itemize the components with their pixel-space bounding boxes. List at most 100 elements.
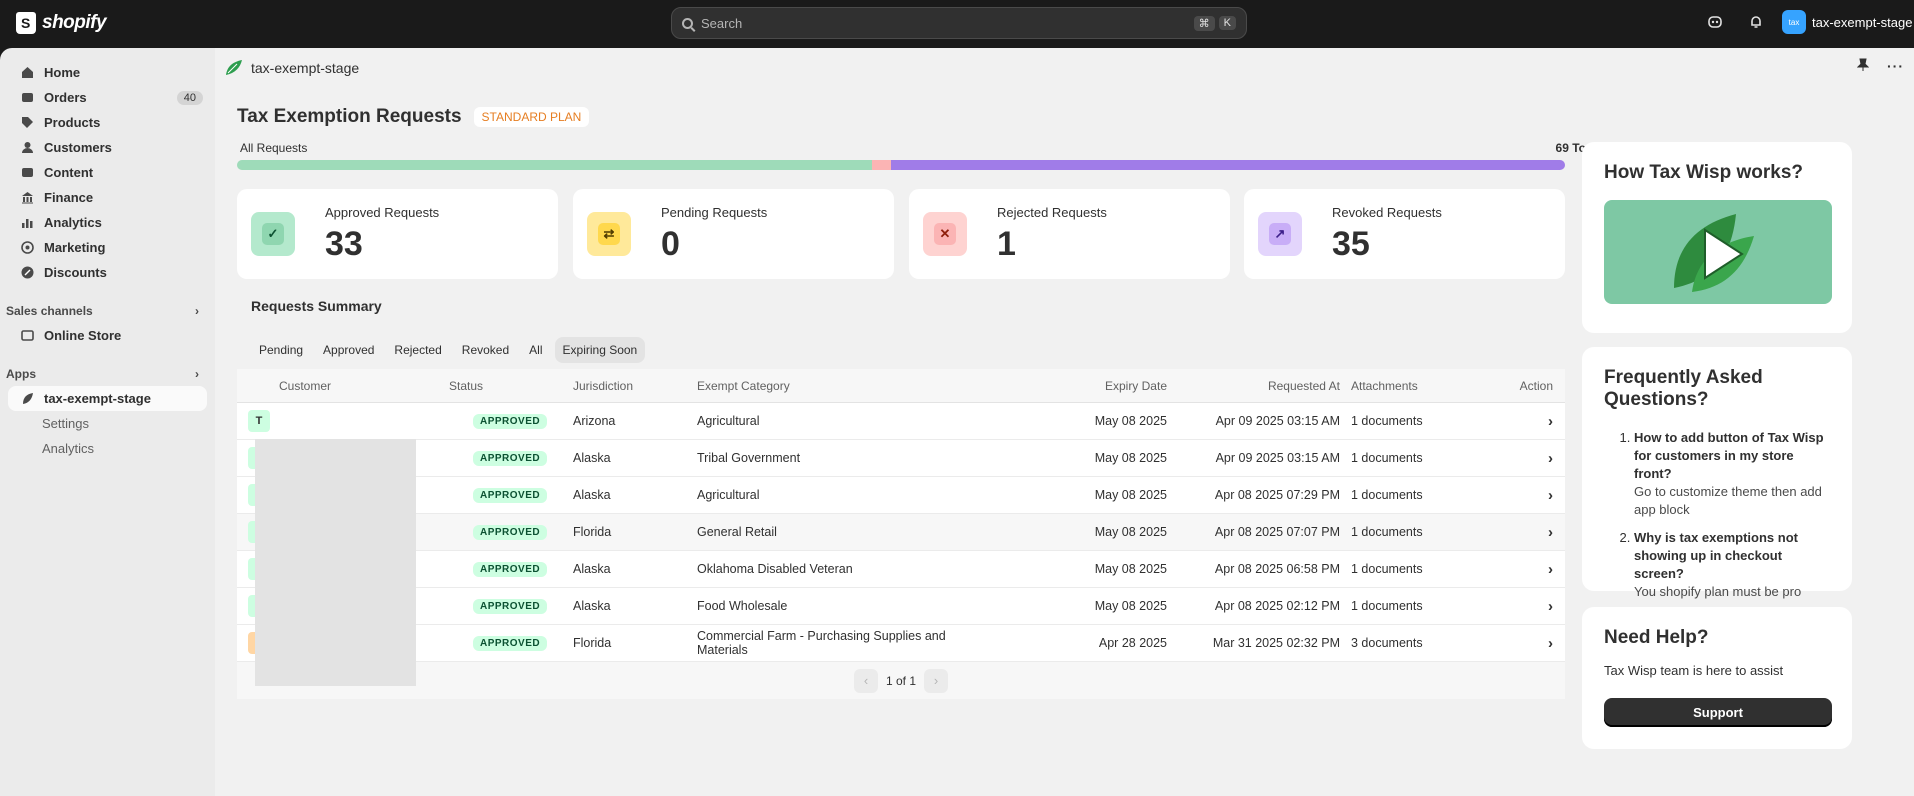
requested-cell: Apr 08 2025 07:07 PM <box>1214 525 1340 539</box>
store-name: tax-exempt-stage <box>1812 14 1913 30</box>
tab-all[interactable]: All <box>521 337 550 363</box>
sidebar-item-label: Products <box>44 115 101 130</box>
revoked-stat-card: ↗ Revoked Requests 35 <box>1244 189 1565 279</box>
store-menu[interactable]: tax tax-exempt-stage <box>1782 10 1912 34</box>
requests-progress-bar <box>237 160 1565 170</box>
table-row[interactable]: B APPROVED Florida General Retail May 08… <box>237 514 1565 551</box>
chevron-right-icon[interactable]: › <box>1548 524 1553 541</box>
sidebar-item-home[interactable]: Home <box>8 60 207 85</box>
faq-title: Frequently Asked Questions? <box>1604 367 1763 410</box>
shopify-logo[interactable]: shopify <box>16 12 107 34</box>
requested-cell: Apr 09 2025 03:15 AM <box>1215 451 1340 465</box>
support-button[interactable]: Support <box>1604 698 1832 727</box>
shopify-bag-icon <box>16 12 36 34</box>
table-row[interactable]: B APPROVED Alaska Food Wholesale May 08 … <box>237 588 1565 625</box>
faq-item: Why is tax exemptions not showing up in … <box>1634 529 1830 601</box>
tab-pending[interactable]: Pending <box>251 337 311 363</box>
chevron-right-icon[interactable]: › <box>1548 413 1553 430</box>
summary-title: Requests Summary <box>251 298 382 314</box>
table-row[interactable]: T APPROVED Alaska Agricultural May 08 20… <box>237 477 1565 514</box>
chevron-right-icon[interactable]: › <box>1548 598 1553 615</box>
tab-approved[interactable]: Approved <box>315 337 382 363</box>
pin-icon[interactable] <box>1856 58 1870 75</box>
status-badge: APPROVED <box>473 451 548 466</box>
tab-expiring-soon[interactable]: Expiring Soon <box>554 337 646 363</box>
prev-page-button[interactable]: ‹ <box>853 668 878 693</box>
jurisdiction-cell: Alaska <box>573 599 611 613</box>
page-title: Tax Exemption Requests <box>237 106 462 127</box>
sidebar-item-orders[interactable]: Orders 40 <box>8 85 207 110</box>
faq-list: How to add button of Tax Wisp for custom… <box>1604 429 1830 601</box>
tutorial-video[interactable] <box>1604 200 1832 304</box>
more-actions-icon[interactable]: ··· <box>1887 58 1904 75</box>
next-page-button[interactable]: › <box>924 668 949 693</box>
sidebar-item-label: Online Store <box>44 328 122 343</box>
sidebar-sub-analytics[interactable]: Analytics <box>42 436 215 461</box>
action-cell[interactable]: › <box>1460 635 1565 652</box>
table-row[interactable]: T APPROVED Arizona Agricultural May 08 2… <box>237 403 1565 440</box>
store-icon <box>20 329 34 343</box>
sidebar-item-label: Content <box>44 165 94 180</box>
expiry-cell: May 08 2025 <box>1094 414 1167 428</box>
sidebar-item-finance[interactable]: Finance <box>8 185 207 210</box>
action-cell[interactable]: › <box>1460 450 1565 467</box>
expiry-cell: May 08 2025 <box>1094 451 1167 465</box>
content-icon <box>20 166 34 180</box>
attachments-cell: 3 documents <box>1351 636 1423 650</box>
sidebar-item-products[interactable]: Products <box>8 110 207 135</box>
stat-label: Pending Requests <box>661 205 768 220</box>
plan-badge: STANDARD PLAN <box>473 107 590 127</box>
chevron-right-icon[interactable]: › <box>1548 450 1553 467</box>
apps-header[interactable]: Apps › <box>0 362 215 386</box>
status-cell: APPROVED <box>449 561 573 577</box>
col-action: Action <box>1519 378 1553 393</box>
requests-summary: Requests Summary Pending Approved Reject… <box>237 297 1565 699</box>
status-cell: APPROVED <box>449 598 573 614</box>
chevron-right-icon[interactable]: › <box>1548 635 1553 652</box>
sidebar-item-analytics[interactable]: Analytics <box>8 210 207 235</box>
chevron-right-icon[interactable]: › <box>1548 561 1553 578</box>
sidebar-item-label: Analytics <box>44 215 102 230</box>
app-title: tax-exempt-stage <box>251 60 360 76</box>
sidebar-item-online-store[interactable]: Online Store <box>8 323 207 348</box>
orders-count-badge: 40 <box>176 90 203 105</box>
table-row[interactable]: B APPROVED Alaska Oklahoma Disabled Vete… <box>237 551 1565 588</box>
action-cell[interactable]: › <box>1460 598 1565 615</box>
sidebar-item-customers[interactable]: Customers <box>8 135 207 160</box>
sidebar-item-marketing[interactable]: Marketing <box>8 235 207 260</box>
status-badge: APPROVED <box>473 525 548 540</box>
customer-avatar: T <box>248 410 270 432</box>
sales-channels-header[interactable]: Sales channels › <box>0 299 215 323</box>
bell-icon[interactable] <box>1747 14 1765 32</box>
tab-rejected[interactable]: Rejected <box>386 337 449 363</box>
faq-question[interactable]: How to add button of Tax Wisp for custom… <box>1634 430 1824 481</box>
category-cell: Agricultural <box>697 414 760 428</box>
assistant-icon[interactable] <box>1706 14 1724 32</box>
action-cell[interactable]: › <box>1460 524 1565 541</box>
table-row[interactable]: T APPROVED Alaska Tribal Government May … <box>237 440 1565 477</box>
action-cell[interactable]: › <box>1460 561 1565 578</box>
action-cell[interactable]: › <box>1460 413 1565 430</box>
sidebar-item-discounts[interactable]: Discounts <box>8 260 207 285</box>
status-cell: APPROVED <box>449 487 573 503</box>
faq-question[interactable]: Why is tax exemptions not showing up in … <box>1634 530 1798 581</box>
person-icon <box>20 141 34 155</box>
col-attachments: Attachments <box>1351 378 1418 393</box>
chevron-right-icon[interactable]: › <box>1548 487 1553 504</box>
tab-revoked[interactable]: Revoked <box>454 337 517 363</box>
col-jurisdiction: Jurisdiction <box>573 378 634 393</box>
requested-cell: Mar 31 2025 02:32 PM <box>1212 636 1340 650</box>
how-title: How Tax Wisp works? <box>1604 162 1804 183</box>
search-bar[interactable]: Search ⌘ K <box>671 7 1247 39</box>
sidebar-item-tax-exempt-stage[interactable]: tax-exempt-stage <box>8 386 207 411</box>
sidebar-item-content[interactable]: Content <box>8 160 207 185</box>
stat-value: 33 <box>325 225 363 263</box>
search-input[interactable]: Search <box>701 16 1190 31</box>
stat-label: Revoked Requests <box>1332 205 1442 220</box>
page-indicator: 1 of 1 <box>885 673 917 688</box>
sidebar-sub-settings[interactable]: Settings <box>42 411 215 436</box>
attachments-cell: 1 documents <box>1351 562 1423 576</box>
action-cell[interactable]: › <box>1460 487 1565 504</box>
table-row[interactable]: B APPROVED Florida Commercial Farm - Pur… <box>237 625 1565 662</box>
chevron-right-icon: › <box>195 304 199 318</box>
